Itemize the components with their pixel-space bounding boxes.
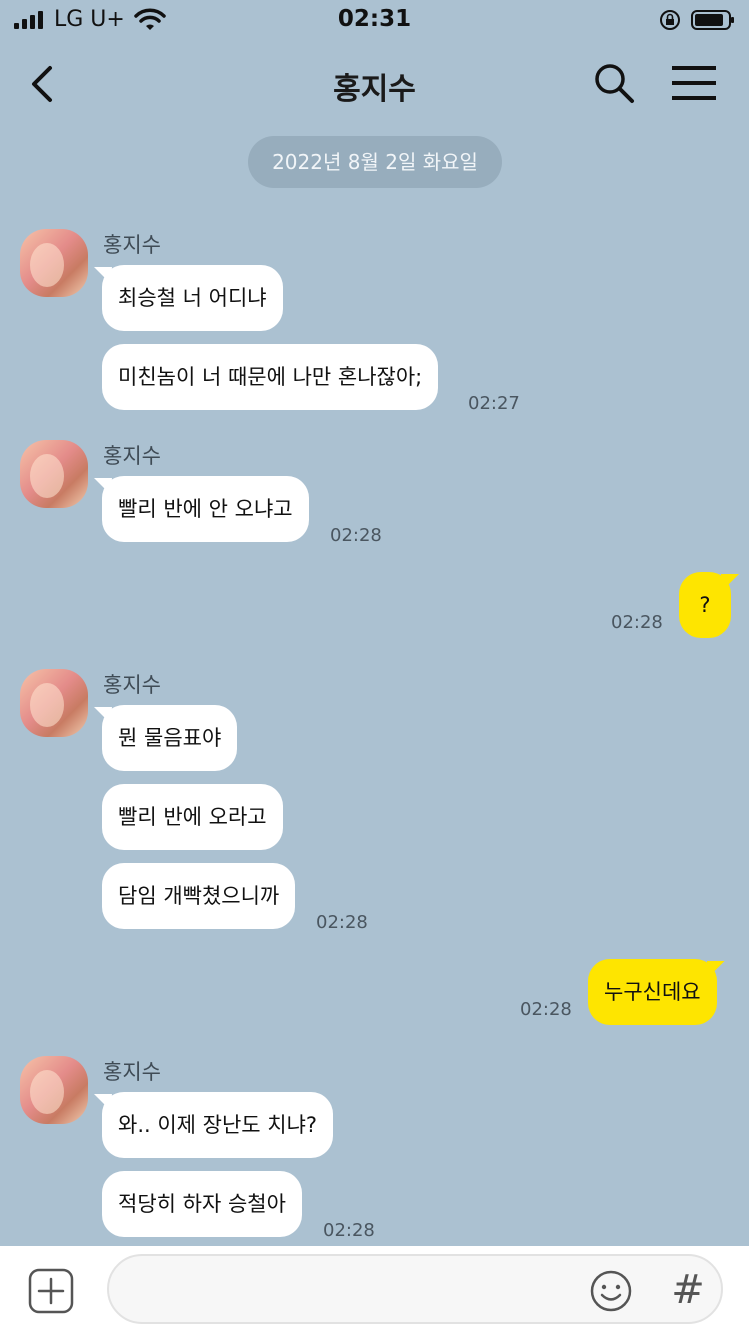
message-bubble[interactable]: 와.. 이제 장난도 치냐? [102, 1092, 334, 1158]
message-time: 02:28 [520, 999, 572, 1020]
sender-name: 홍지수 [103, 673, 161, 697]
menu-icon[interactable] [670, 64, 718, 102]
battery-icon [691, 10, 734, 30]
sender-name: 홍지수 [103, 444, 161, 468]
avatar[interactable] [20, 669, 88, 737]
back-icon[interactable] [22, 62, 62, 106]
status-bar: LG U+ 02:31 [0, 0, 749, 42]
avatar[interactable] [20, 229, 88, 297]
sender-name: 홍지수 [103, 1060, 161, 1084]
chat-title: 홍지수 [333, 72, 416, 107]
message-bubble[interactable]: 빨리 반에 안 오냐고 [102, 476, 309, 542]
emoji-icon[interactable] [589, 1269, 633, 1313]
message-bubble[interactable]: 담임 개빡쳤으니까 [102, 863, 296, 929]
my-message-bubble[interactable]: ? [679, 572, 731, 638]
my-message-bubble[interactable]: 누구신데요 [588, 959, 717, 1025]
sender-name: 홍지수 [103, 233, 161, 257]
message-bubble[interactable]: 최승철 너 어디냐 [102, 265, 283, 331]
message-time: 02:27 [468, 393, 520, 414]
message-time: 02:28 [323, 1220, 375, 1241]
status-time: 02:31 [337, 6, 412, 32]
message-bubble[interactable]: 적당히 하자 승철아 [102, 1171, 302, 1237]
hashtag-icon[interactable]: # [668, 1266, 708, 1314]
message-time: 02:28 [611, 612, 663, 633]
composer-bar: # [0, 1246, 749, 1334]
message-bubble[interactable]: 뭔 물음표야 [102, 705, 238, 771]
search-icon[interactable] [593, 62, 635, 104]
message-time: 02:28 [330, 525, 382, 546]
date-divider: 2022년 8월 2일 화요일 [248, 136, 502, 188]
message-time: 02:28 [316, 912, 368, 933]
avatar[interactable] [20, 1056, 88, 1124]
avatar[interactable] [20, 440, 88, 508]
rotation-lock-icon [660, 10, 680, 30]
plus-icon[interactable] [28, 1268, 74, 1314]
chat-header: 홍지수 [0, 42, 749, 122]
message-bubble[interactable]: 미친놈이 너 때문에 나만 혼나잖아; [102, 344, 439, 410]
message-bubble[interactable]: 빨리 반에 오라고 [102, 784, 283, 850]
